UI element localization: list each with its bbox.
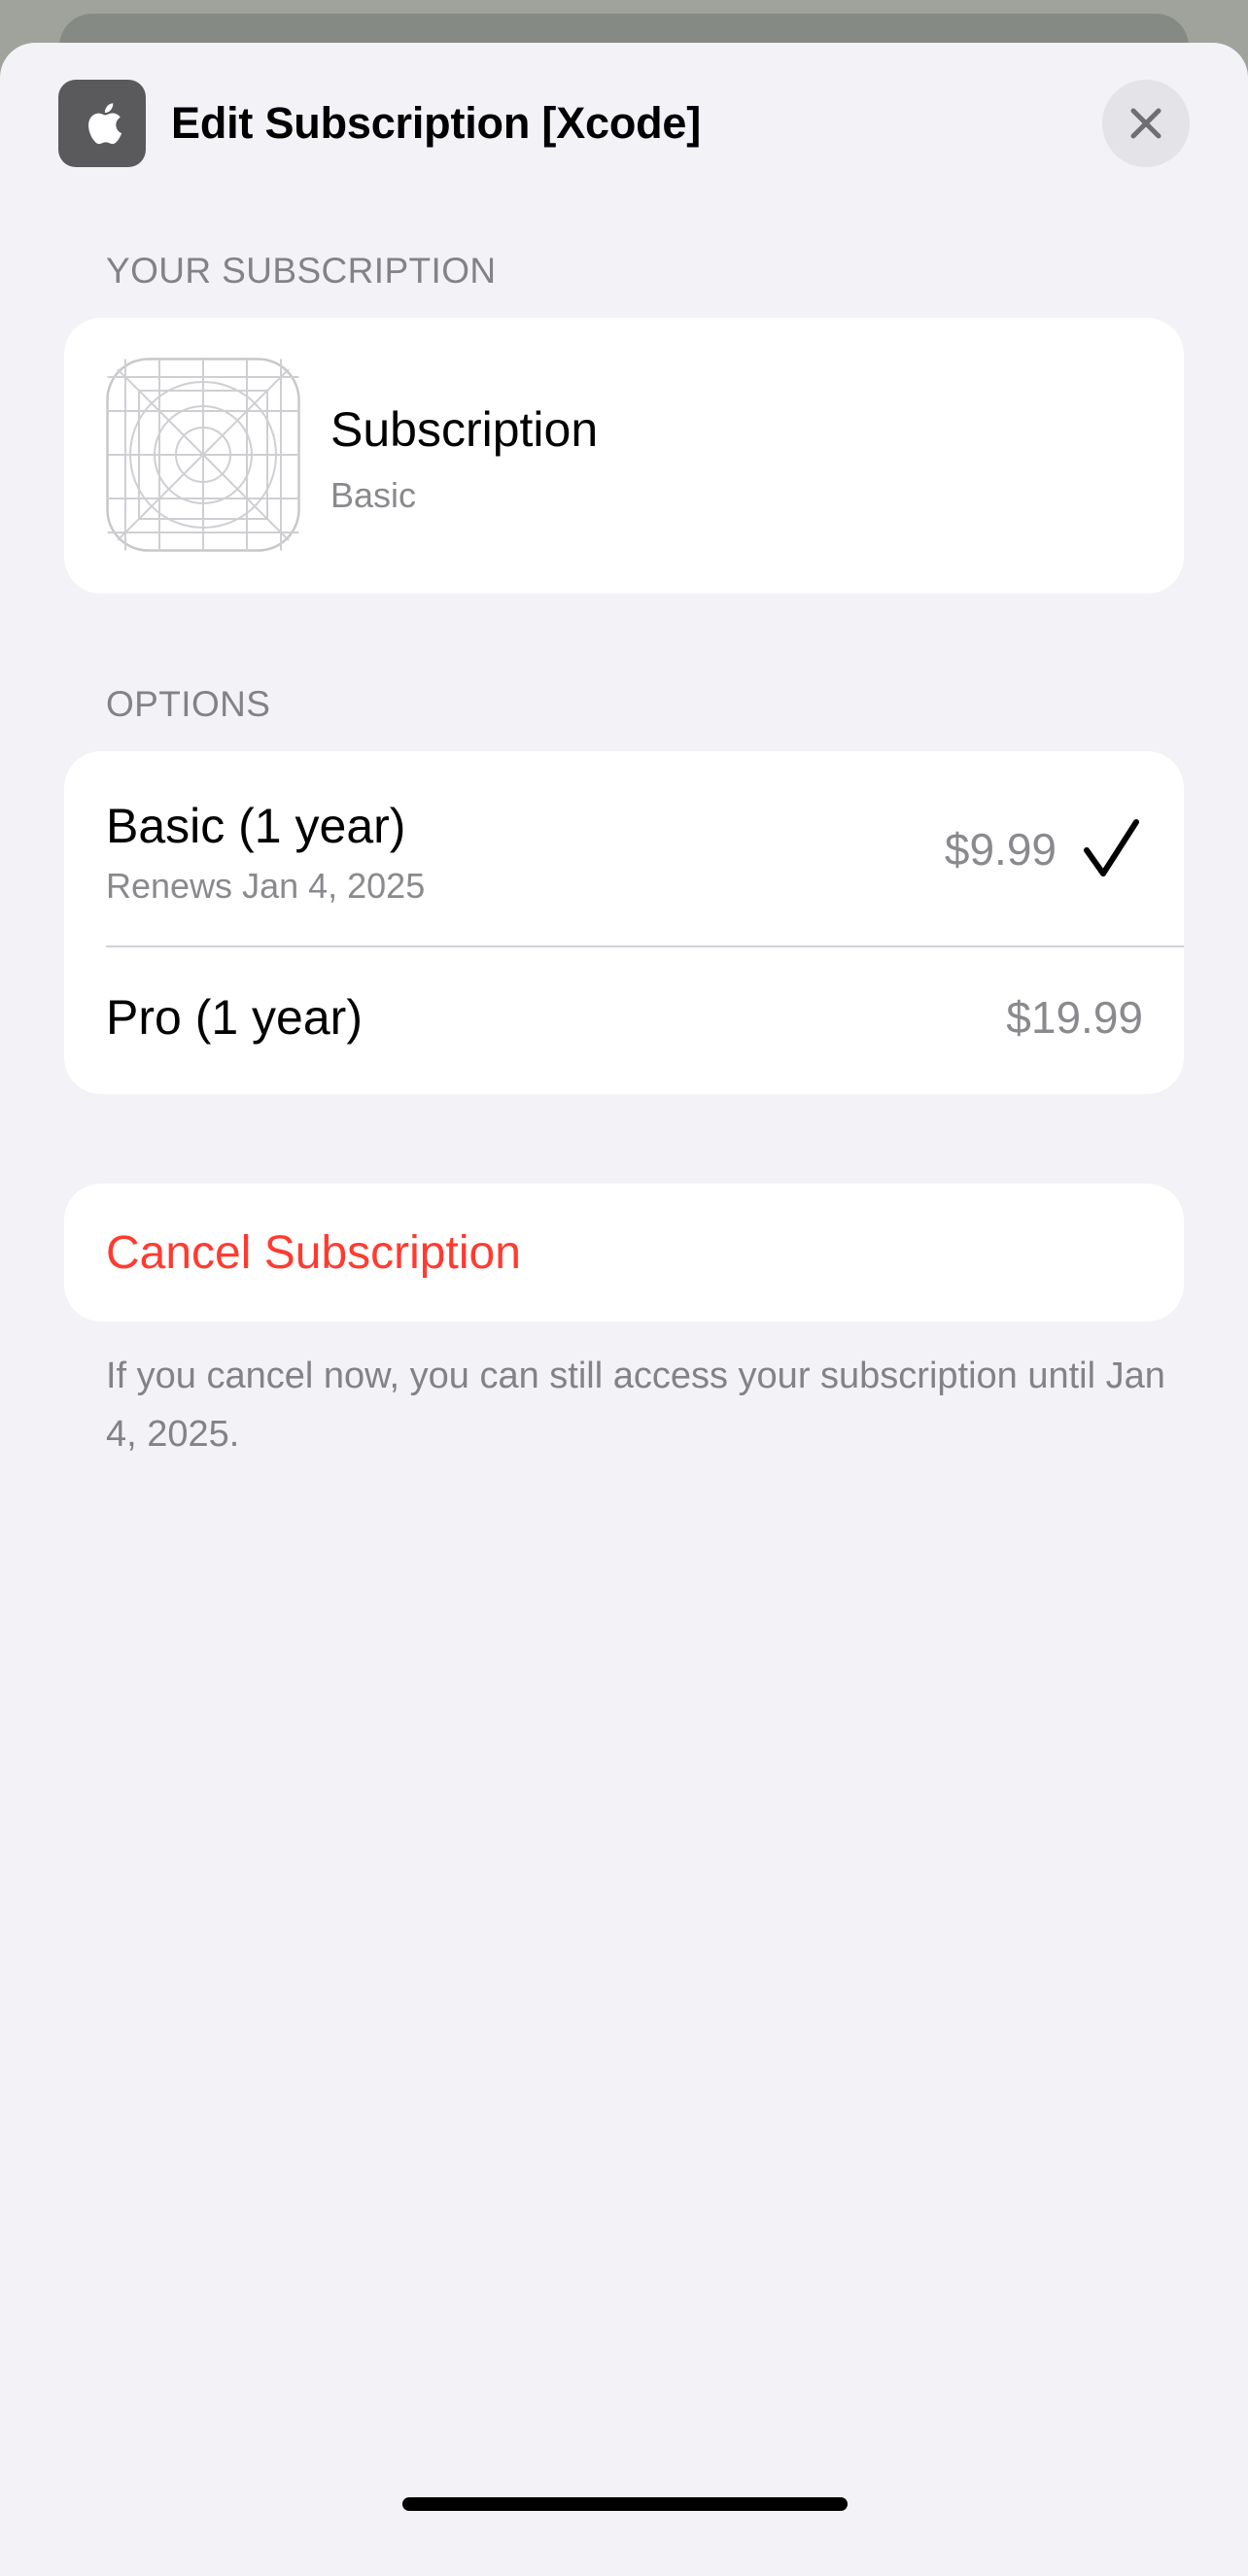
cancel-subscription-button[interactable]: Cancel Subscription <box>64 1184 1184 1322</box>
option-pro[interactable]: Pro (1 year) $19.99 <box>64 946 1184 1094</box>
option-renewal: Renews Jan 4, 2025 <box>106 866 426 906</box>
cancel-info-note: If you cancel now, you can still access … <box>106 1356 1165 1455</box>
your-subscription-section-label: YOUR SUBSCRIPTION <box>106 251 497 291</box>
option-price: $19.99 <box>1006 992 1143 1043</box>
close-button[interactable] <box>1102 80 1190 167</box>
option-title: Pro (1 year) <box>106 990 363 1045</box>
option-price: $9.99 <box>944 824 1057 875</box>
apple-logo-icon <box>58 80 146 167</box>
options-section-label: OPTIONS <box>106 684 271 724</box>
options-list: Basic (1 year) Renews Jan 4, 2025 $9.99 … <box>64 751 1184 1094</box>
sheet-title: Edit Subscription [Xcode] <box>171 98 702 148</box>
subscription-name: Subscription <box>330 402 599 457</box>
subscription-card: Subscription Basic <box>64 318 1184 594</box>
option-title: Basic (1 year) <box>106 799 406 853</box>
subscription-plan: Basic <box>330 475 417 515</box>
cancel-subscription-label: Cancel Subscription <box>106 1227 521 1279</box>
edit-subscription-sheet: Edit Subscription [Xcode] YOUR SUBSCRIPT… <box>0 43 1248 2576</box>
sheet-header: Edit Subscription [Xcode] <box>58 80 701 167</box>
home-indicator[interactable] <box>402 2497 848 2511</box>
option-basic[interactable]: Basic (1 year) Renews Jan 4, 2025 $9.99 <box>64 751 1184 945</box>
close-icon <box>1130 108 1161 139</box>
checkmark-icon <box>1084 819 1139 876</box>
app-icon-placeholder <box>106 358 300 552</box>
